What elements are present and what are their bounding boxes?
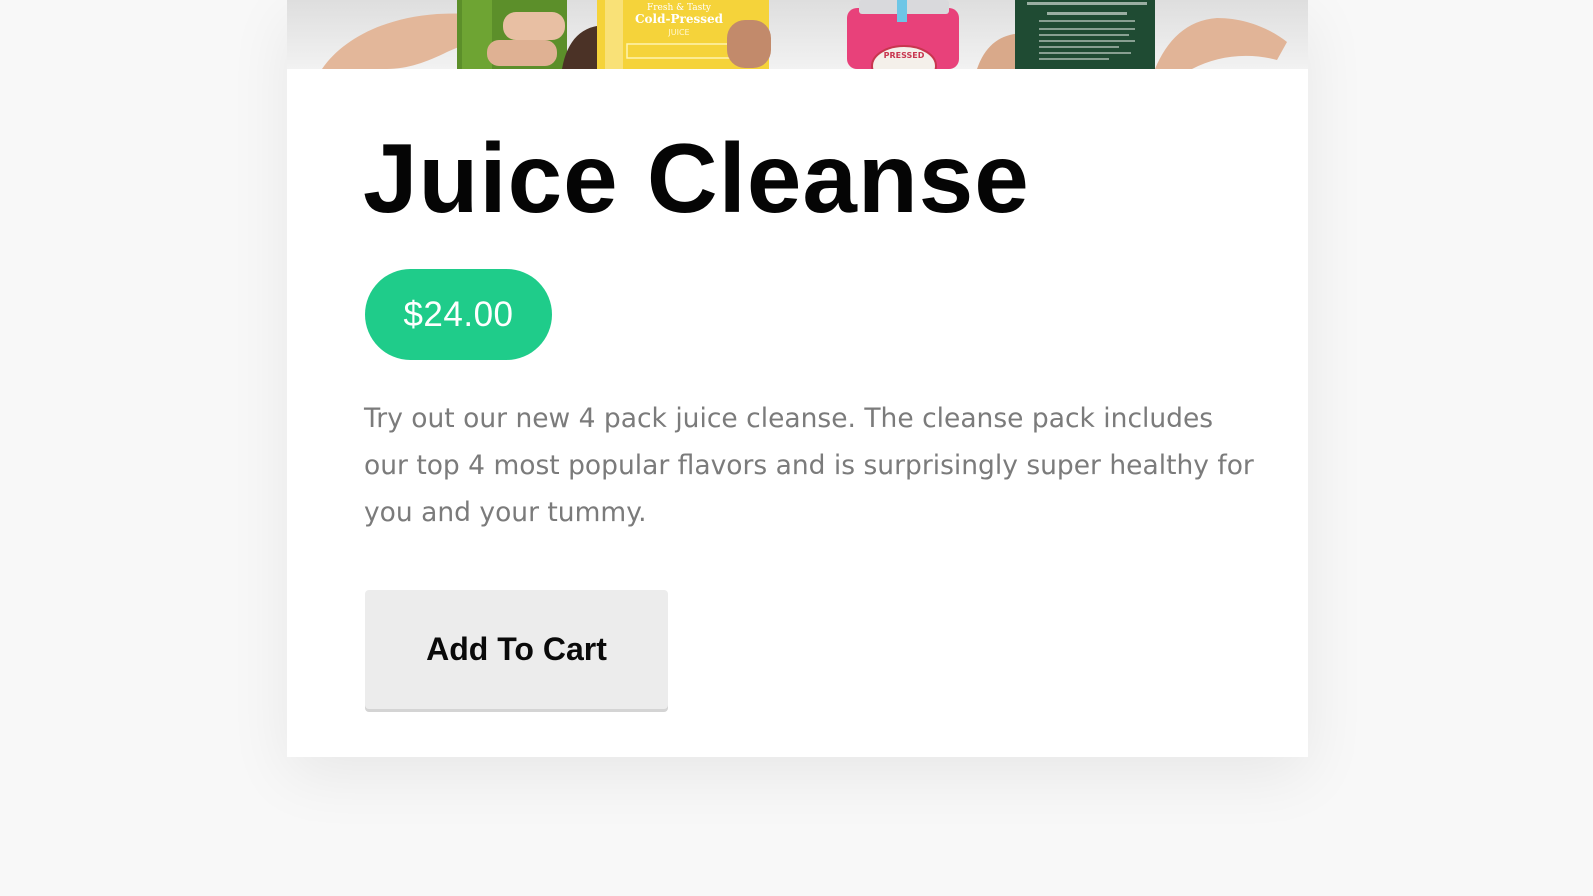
add-to-cart-button[interactable]: Add To Cart: [365, 590, 668, 709]
bottle-label-line2: Cold-Pressed: [635, 12, 724, 26]
product-description: Try out our new 4 pack juice cleanse. Th…: [364, 403, 1254, 528]
product-title: Juice Cleanse: [363, 123, 1030, 233]
bottle-label-line3: JUICE: [667, 28, 689, 37]
product-image: Fresh & Tasty Cold-Pressed JUICE PRESSED: [287, 0, 1308, 69]
price-badge: $24.00: [365, 269, 552, 360]
jar-label: PRESSED: [884, 51, 925, 60]
product-card: Fresh & Tasty Cold-Pressed JUICE PRESSED: [287, 0, 1308, 757]
